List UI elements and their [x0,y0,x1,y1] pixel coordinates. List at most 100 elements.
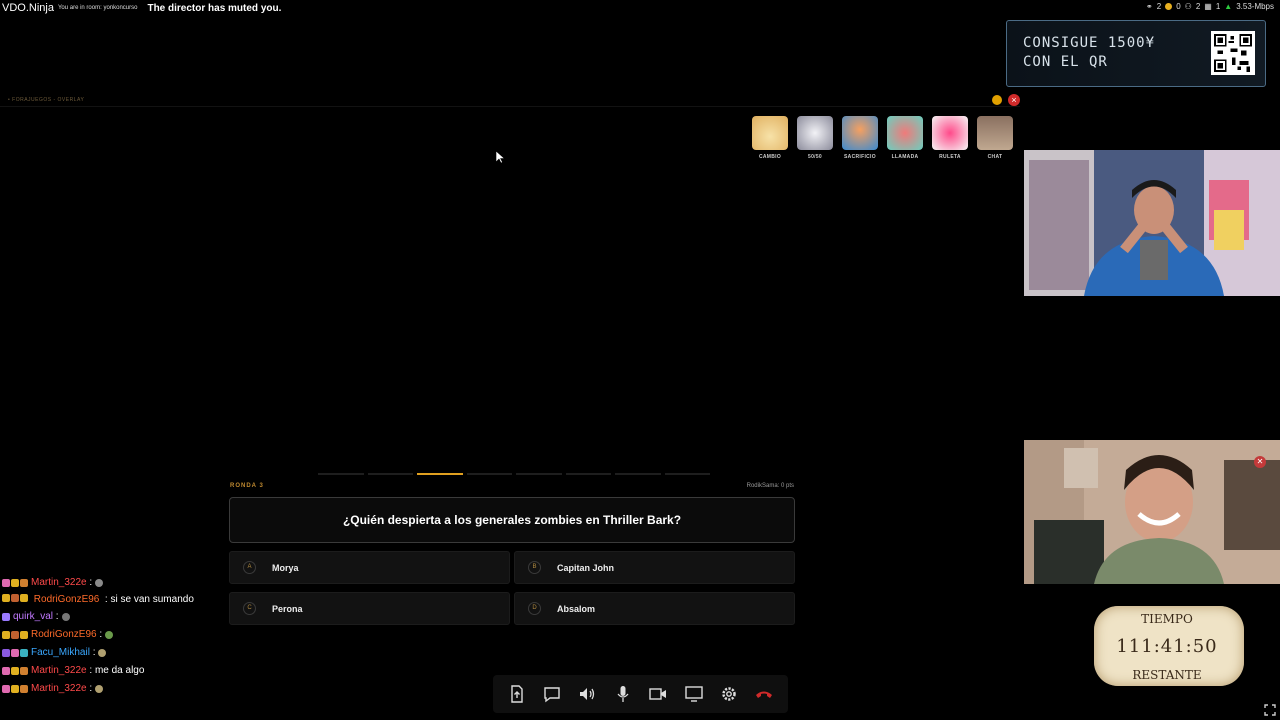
divider [0,106,1020,107]
bitrate: 3.53-Mbps [1236,2,1274,11]
powerup-label: LLAMADA [891,154,919,160]
link-icon: ⚭ [1146,2,1153,11]
powerup-cambio[interactable]: CAMBIO [752,116,788,160]
microphone-button[interactable] [609,680,637,708]
emote-icon [105,631,114,639]
emote-icon [61,613,70,621]
chat-username: Martin_322e [31,665,87,676]
call-toolbar [493,675,788,713]
stream-count: 1 [1215,2,1221,11]
share-file-button[interactable] [503,680,531,708]
progress-segment [615,473,661,475]
muted-mic-icon: ✕ [1254,456,1266,468]
camera-button[interactable] [644,680,672,708]
powerup-label: CHAT [987,154,1003,160]
badges-icon [2,613,10,621]
promo-line-1: CONSIGUE 1500¥ [1023,35,1156,51]
hangup-button[interactable] [750,680,778,708]
webcam-feed-host [1024,150,1280,296]
settings-button[interactable] [715,680,743,708]
speaker-button[interactable] [573,680,601,708]
powerup-label: CAMBIO [758,154,782,160]
settings-icon [722,687,736,701]
powerups-bar: CAMBIO 50/50 SACRIFICIO LLAMADA RULETA C… [752,116,1013,160]
progress-segment [565,473,611,475]
progress-segment [367,473,413,475]
timer-value: 111:41:50 [1116,636,1218,657]
powerup-llamada[interactable]: LLAMADA [887,116,923,160]
speaker-icon [580,688,595,700]
chat-button[interactable] [538,680,566,708]
badges-icon [2,667,28,675]
progress-segment [664,473,710,475]
minimize-button[interactable] [992,95,1002,105]
round-label: RONDA 3 [230,483,264,489]
progress-segment [417,473,463,475]
webcam-feed-guest: ✕ [1024,440,1280,584]
chat-username: RodriGonzE96 [33,594,100,605]
badges-icon [2,631,28,639]
answer-letter: B [528,561,541,574]
chat-message: RodriGonzE96 : [2,626,222,644]
answer-option-b[interactable]: B Capitan John [514,551,795,584]
connection-stats: ⚭ 2 0 ⚇ 2 ▦ 1 ▲ 3.53-Mbps [1146,2,1274,11]
signal-icon: ▲ [1224,2,1233,11]
powerup-label: RULETA [939,154,961,160]
emote-icon [98,649,107,657]
chat-username: RodriGonzE96 [31,629,97,640]
chat-username: quirk_val [13,611,54,622]
player-score: RodikSama: 0 pts [746,483,794,489]
chat-username: Martin_322e [31,683,87,694]
chat-icon [977,116,1013,150]
powerup-5050[interactable]: 50/50 [797,116,833,160]
muted-notice: The director has muted you. [147,2,282,14]
answer-letter: D [528,602,541,615]
chat-message: Martin_322e : [2,680,222,698]
swap-hands-icon [752,116,788,150]
sacrifice-icon [842,116,878,150]
answer-option-c[interactable]: C Perona [229,592,510,625]
timer-title: TIEMPO [1141,612,1193,626]
share-file-icon [510,685,523,703]
screen-share-icon [684,686,703,702]
answer-letter: C [243,602,256,615]
progress-segment [466,473,512,475]
chat-text: me da algo [94,665,145,676]
screen-share-button[interactable] [680,680,708,708]
overlay-label: • FORAJUEGOS - OVERLAY [8,97,85,103]
close-icon[interactable]: × [1008,94,1020,106]
peers-icon: ⚇ [1184,2,1192,11]
chat-message: RodriGonzE96 : si se van sumando [2,592,222,608]
powerup-ruleta[interactable]: RULETA [932,116,968,160]
emote-icon [95,579,104,587]
roulette-icon [932,116,968,150]
progress-segment [516,473,562,475]
camera-icon [649,688,667,700]
room-info: You are in room: yonkoncurso [57,5,138,11]
countdown-timer: TIEMPO 111:41:50 RESTANTE [1072,598,1262,698]
cursor-icon [496,151,505,164]
qr-promo-banner: CONSIGUE 1500¥ CON EL QR [1006,20,1266,87]
question-text: ¿Quién despierta a los generales zombies… [229,497,795,543]
peer-count: 2 [1195,2,1201,11]
answer-letter: A [243,561,256,574]
powerup-chat[interactable]: CHAT [977,116,1013,160]
viewer-count: 2 [1156,2,1162,11]
promo-text: CONSIGUE 1500¥ CON EL QR [1023,34,1155,72]
timer-subtitle: RESTANTE [1132,668,1202,682]
fullscreen-icon[interactable] [1264,704,1276,716]
answer-option-a[interactable]: A Morya [229,551,510,584]
chat-message: Martin_322e : me da algo [2,662,222,680]
fifty-fifty-icon [797,116,833,150]
microphone-icon [617,686,629,702]
answer-option-d[interactable]: D Absalom [514,592,795,625]
chat-log: Martin_322e : RodriGonzE96 : si se van s… [2,574,222,698]
answer-text: Morya [272,562,299,573]
battery-count: 0 [1176,2,1181,11]
powerup-sacrificio[interactable]: SACRIFICIO [842,116,878,160]
phone-call-icon [887,116,923,150]
chat-username: Facu_Mikhail [31,647,90,658]
hangup-icon [756,691,773,698]
promo-line-2: CON EL QR [1023,54,1108,70]
answer-text: Capitan John [557,562,615,573]
